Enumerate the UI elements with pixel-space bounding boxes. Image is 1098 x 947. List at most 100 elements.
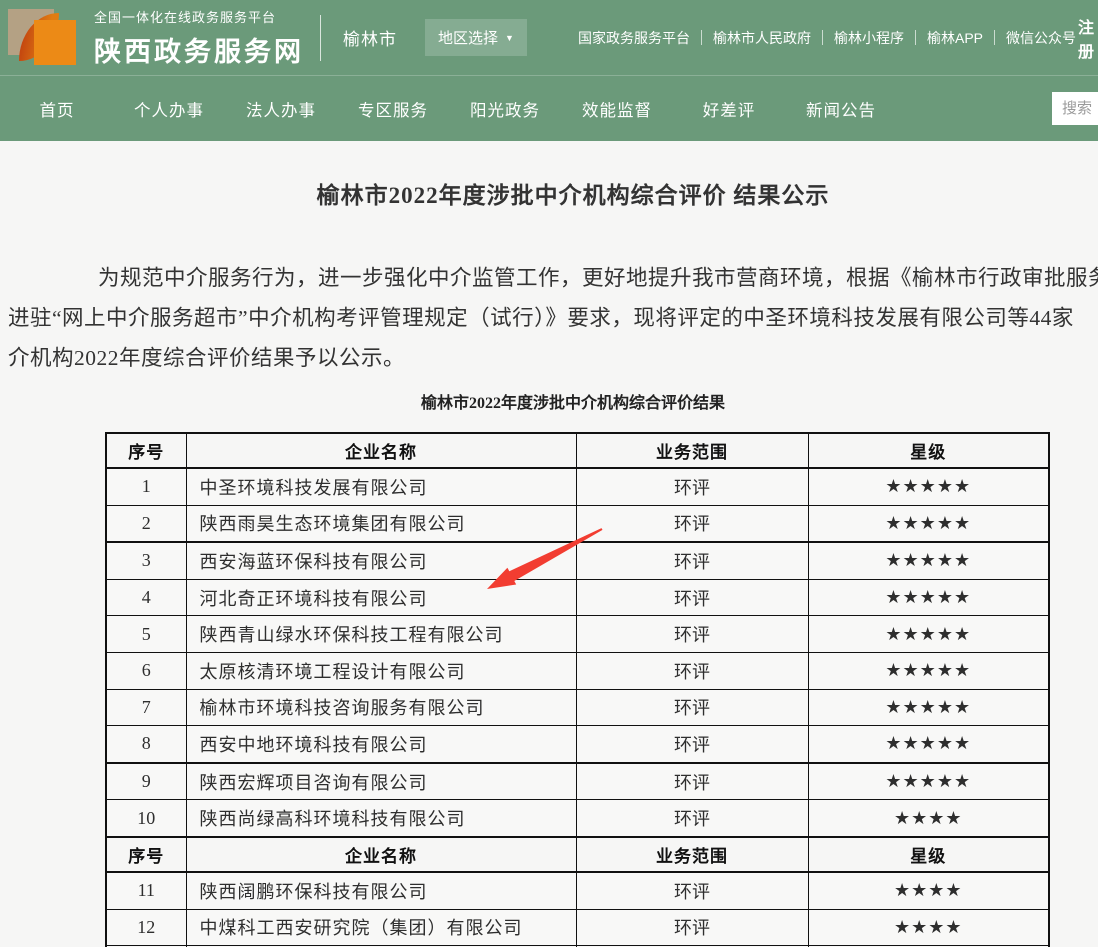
platform-label: 全国一体化在线政务服务平台 — [94, 7, 304, 26]
table-row: 4河北奇正环境科技有限公司环评★★★★★ — [106, 579, 1049, 616]
cell-name: 中煤科工西安研究院（集团）有限公司 — [186, 909, 576, 946]
header-link-1[interactable]: 榆林市人民政府 — [713, 28, 811, 48]
cell-no: 8 — [106, 726, 186, 763]
cell-stars: ★★★★★ — [808, 726, 1049, 763]
nav-item-2[interactable]: 法人办事 — [236, 97, 326, 121]
nav-items: 首页个人办事法人办事专区服务阳光政务效能监督好差评新闻公告 — [0, 76, 1098, 141]
cell-scope: 环评 — [576, 872, 808, 909]
page-title: 榆林市2022年度涉批中介机构综合评价 结果公示 — [8, 176, 1098, 210]
link-separator — [822, 30, 823, 45]
column-header-3: 星级 — [808, 433, 1049, 468]
nav-item-0[interactable]: 首页 — [12, 97, 102, 121]
cell-no: 1 — [106, 468, 186, 505]
table-header-row: 序号企业名称业务范围星级 — [106, 837, 1049, 872]
register-link[interactable]: 注册 — [1078, 0, 1098, 75]
site-logo-icon — [8, 3, 86, 73]
table-row: 8西安中地环境科技有限公司环评★★★★★ — [106, 726, 1049, 763]
nav-item-3[interactable]: 专区服务 — [348, 97, 438, 121]
column-header-2: 业务范围 — [576, 837, 808, 872]
cell-scope: 环评 — [576, 689, 808, 726]
cell-stars: ★★★★★ — [808, 763, 1049, 800]
cell-no: 2 — [106, 505, 186, 542]
cell-name: 榆林市环境科技咨询服务有限公司 — [186, 689, 576, 726]
header-link-3[interactable]: 榆林APP — [927, 28, 983, 48]
cell-name: 陕西阔鹏环保科技有限公司 — [186, 872, 576, 909]
search-box[interactable] — [1052, 92, 1098, 125]
nav-item-4[interactable]: 阳光政务 — [460, 97, 550, 121]
column-header-2: 业务范围 — [576, 433, 808, 468]
cell-scope: 环评 — [576, 505, 808, 542]
cell-stars: ★★★★★ — [808, 505, 1049, 542]
link-separator — [701, 30, 702, 45]
announcement-paragraph: 为规范中介服务行为，进一步强化中介监管工作，更好地提升我市营商环境，根据《榆林市… — [8, 258, 1098, 378]
cell-name: 西安中地环境科技有限公司 — [186, 726, 576, 763]
cell-scope: 环评 — [576, 542, 808, 579]
cell-stars: ★★★★ — [808, 909, 1049, 946]
paragraph-line-2: 进驻“网上中介服务超市”中介机构考评管理规定（试行）》要求，现将评定的中圣环境科… — [8, 298, 1098, 338]
cell-scope: 环评 — [576, 909, 808, 946]
evaluation-table-wrap: 序号企业名称业务范围星级1中圣环境科技发展有限公司环评★★★★★2陕西雨昊生态环… — [105, 432, 1052, 947]
page: 全国一体化在线政务服务平台 陕西政务服务网 榆林市 地区选择 ▼ 国家政务服务平… — [0, 0, 1098, 947]
eval-table-body: 序号企业名称业务范围星级1中圣环境科技发展有限公司环评★★★★★2陕西雨昊生态环… — [106, 433, 1049, 947]
column-header-1: 企业名称 — [186, 433, 576, 468]
cell-name: 太原核清环境工程设计有限公司 — [186, 652, 576, 689]
column-header-0: 序号 — [106, 433, 186, 468]
cell-name: 陕西尚绿高科环境科技有限公司 — [186, 800, 576, 837]
search-input[interactable] — [1060, 99, 1098, 118]
table-row: 1中圣环境科技发展有限公司环评★★★★★ — [106, 468, 1049, 505]
cell-no: 10 — [106, 800, 186, 837]
table-row: 7榆林市环境科技咨询服务有限公司环评★★★★★ — [106, 689, 1049, 726]
cell-stars: ★★★★★ — [808, 468, 1049, 505]
column-header-1: 企业名称 — [186, 837, 576, 872]
cell-no: 3 — [106, 542, 186, 579]
column-header-3: 星级 — [808, 837, 1049, 872]
table-row: 12中煤科工西安研究院（集团）有限公司环评★★★★ — [106, 909, 1049, 946]
cell-stars: ★★★★ — [808, 872, 1049, 909]
header-link-4[interactable]: 微信公众号 — [1006, 28, 1076, 48]
header-quick-links: 国家政务服务平台 榆林市人民政府 榆林小程序 榆林APP 微信公众号 — [578, 0, 1076, 75]
cell-stars: ★★★★★ — [808, 579, 1049, 616]
paragraph-line-1: 为规范中介服务行为，进一步强化中介监管工作，更好地提升我市营商环境，根据《榆林市… — [8, 258, 1098, 298]
region-selector-button[interactable]: 地区选择 ▼ — [425, 19, 527, 56]
table-caption: 榆林市2022年度涉批中介机构综合评价结果 — [8, 389, 1098, 413]
cell-scope: 环评 — [576, 579, 808, 616]
nav-item-1[interactable]: 个人办事 — [124, 97, 214, 121]
header-link-2[interactable]: 榆林小程序 — [834, 28, 904, 48]
brand-block: 全国一体化在线政务服务平台 陕西政务服务网 — [94, 7, 304, 69]
cell-no: 6 — [106, 652, 186, 689]
nav-item-5[interactable]: 效能监督 — [572, 97, 662, 121]
cell-stars: ★★★★★ — [808, 542, 1049, 579]
cell-no: 4 — [106, 579, 186, 616]
site-name: 陕西政务服务网 — [94, 30, 304, 69]
cell-name: 陕西雨昊生态环境集团有限公司 — [186, 505, 576, 542]
table-row: 9陕西宏辉项目咨询有限公司环评★★★★★ — [106, 763, 1049, 800]
column-header-0: 序号 — [106, 837, 186, 872]
cell-scope: 环评 — [576, 468, 808, 505]
table-row: 11陕西阔鹏环保科技有限公司环评★★★★ — [106, 872, 1049, 909]
current-city-label: 榆林市 — [343, 25, 397, 50]
cell-name: 陕西宏辉项目咨询有限公司 — [186, 763, 576, 800]
nav-item-6[interactable]: 好差评 — [684, 97, 774, 121]
cell-no: 12 — [106, 909, 186, 946]
cell-stars: ★★★★ — [808, 800, 1049, 837]
cell-scope: 环评 — [576, 616, 808, 653]
cell-name: 中圣环境科技发展有限公司 — [186, 468, 576, 505]
nav-item-7[interactable]: 新闻公告 — [796, 97, 886, 121]
table-row: 6太原核清环境工程设计有限公司环评★★★★★ — [106, 652, 1049, 689]
evaluation-table: 序号企业名称业务范围星级1中圣环境科技发展有限公司环评★★★★★2陕西雨昊生态环… — [105, 432, 1050, 947]
cell-no: 9 — [106, 763, 186, 800]
logo-orange-square — [34, 20, 76, 65]
cell-no: 7 — [106, 689, 186, 726]
link-separator — [994, 30, 995, 45]
cell-name: 西安海蓝环保科技有限公司 — [186, 542, 576, 579]
header-divider — [320, 15, 321, 61]
cell-no: 11 — [106, 872, 186, 909]
cell-stars: ★★★★★ — [808, 652, 1049, 689]
link-separator — [915, 30, 916, 45]
cell-scope: 环评 — [576, 800, 808, 837]
header-link-0[interactable]: 国家政务服务平台 — [578, 28, 690, 48]
cell-scope: 环评 — [576, 652, 808, 689]
table-row: 3西安海蓝环保科技有限公司环评★★★★★ — [106, 542, 1049, 579]
paragraph-line-3: 介机构2022年度综合评价结果予以公示。 — [8, 338, 1098, 378]
table-row: 5陕西青山绿水环保科技工程有限公司环评★★★★★ — [106, 616, 1049, 653]
